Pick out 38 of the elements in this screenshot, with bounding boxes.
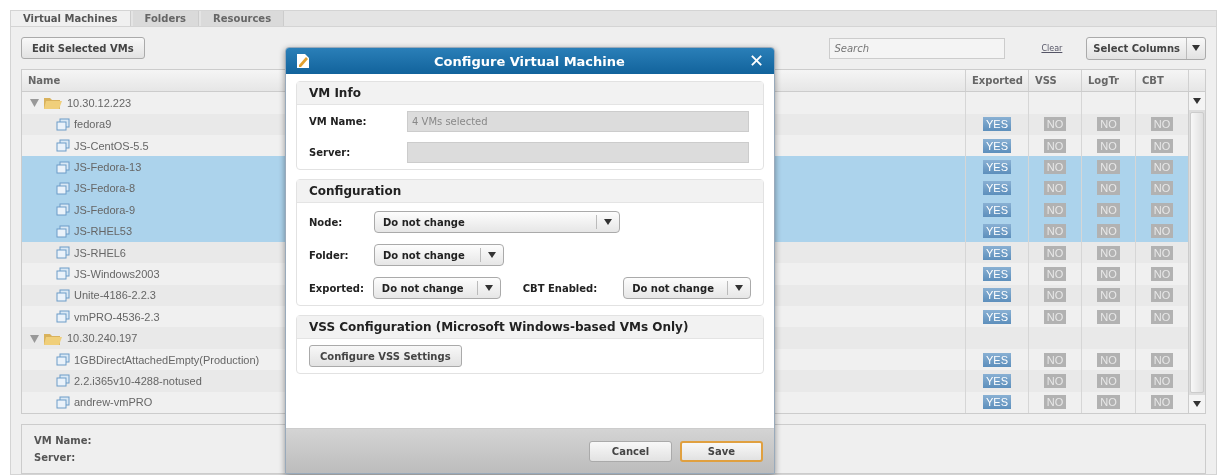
field-label: Folder: — [309, 249, 350, 261]
vm-name: 2.2.i365v10-4288-notused — [74, 374, 202, 387]
dialog-title: Configure Virtual Machine — [433, 53, 626, 69]
status-badge: YES — [983, 181, 1011, 196]
status-badge: YES — [983, 160, 1011, 174]
vm-name: fedora9 — [74, 118, 112, 131]
vm-name: JS-Windows2003 — [74, 267, 160, 280]
status-badge: YES — [983, 138, 1011, 153]
section-title: VSS Configuration (Microsoft Windows-based VMs Only) — [297, 316, 763, 339]
status-badge: YES — [983, 224, 1011, 239]
field-label: VM Name: — [309, 116, 368, 127]
field-label: Exported: — [309, 282, 365, 294]
vm-name: vmPRO-4536-2.3 — [74, 310, 160, 323]
status-badge: YES — [983, 202, 1011, 217]
status-badge: YES — [983, 266, 1011, 281]
section-title: VM Info — [297, 82, 763, 105]
detail-label: VM Name: — [34, 435, 93, 446]
status-badge: YES — [983, 373, 1011, 388]
field-label: Server: — [309, 147, 352, 158]
vm-name: JS-CentOS-5.5 — [74, 139, 149, 152]
status-badge: YES — [983, 352, 1011, 367]
vm-name: JS-RHEL53 — [74, 225, 133, 238]
status-badge: YES — [983, 117, 1011, 132]
detail-label: Server: — [34, 452, 77, 463]
vm-name: andrew-vmPRO — [74, 396, 153, 409]
vm-name: JS-Fedora-8 — [74, 182, 136, 195]
vm-name: 1GBDirectAttachedEmpty(Production) — [74, 353, 260, 366]
vm-name: Unite-4186-2.2.3 — [74, 289, 156, 302]
field-label: Node: — [309, 216, 344, 228]
field-label: CBT Enabled: — [522, 282, 598, 294]
status-badge: YES — [983, 245, 1011, 260]
section-title: Configuration — [297, 180, 763, 203]
status-badge: YES — [983, 309, 1011, 324]
vm-name: JS-RHEL6 — [74, 246, 126, 259]
status-badge: YES — [983, 288, 1011, 303]
vm-name: JS-Fedora-9 — [74, 203, 136, 216]
vm-name: JS-Fedora-13 — [74, 161, 142, 173]
status-badge: YES — [983, 395, 1011, 410]
